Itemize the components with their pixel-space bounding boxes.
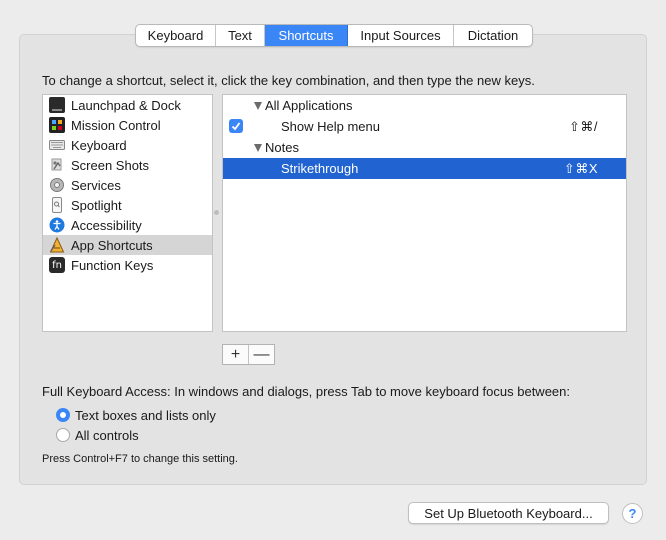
shortcut-group-all-applications[interactable]: All Applications	[223, 95, 626, 116]
tab-bar: Keyboard Text Shortcuts Input Sources Di…	[135, 24, 533, 47]
category-accessibility[interactable]: Accessibility	[43, 215, 212, 235]
category-screen-shots[interactable]: Screen Shots	[43, 155, 212, 175]
remove-shortcut-button[interactable]: —	[249, 345, 274, 364]
shortcut-group-notes[interactable]: Notes	[223, 137, 626, 158]
shortcut-name: Strikethrough	[281, 161, 359, 176]
full-keyboard-access-label: Full Keyboard Access: In windows and dia…	[42, 384, 570, 399]
setup-bluetooth-keyboard-button[interactable]: Set Up Bluetooth Keyboard...	[408, 502, 609, 524]
shortcut-list[interactable]: All Applications Show Help menu ⇧⌘/ Note…	[222, 94, 627, 332]
shortcut-row[interactable]: Strikethrough ⇧⌘X	[223, 158, 626, 179]
splitter-handle[interactable]	[214, 210, 219, 215]
radio-label: Text boxes and lists only	[75, 407, 216, 423]
category-label: Mission Control	[71, 117, 161, 133]
radio-button[interactable]	[56, 408, 70, 422]
tab-text[interactable]: Text	[216, 25, 265, 46]
tab-keyboard[interactable]: Keyboard	[136, 25, 216, 46]
gear-icon	[49, 177, 65, 193]
shortcut-keys[interactable]: ⇧⌘X	[564, 161, 598, 177]
category-label: Spotlight	[71, 197, 122, 213]
shortcut-row[interactable]: Show Help menu ⇧⌘/	[223, 116, 626, 137]
checkmark-icon	[231, 122, 241, 131]
accessibility-icon	[49, 217, 65, 233]
add-remove-control: + —	[222, 344, 275, 365]
disclosure-triangle-icon[interactable]	[254, 102, 262, 110]
radio-all-controls[interactable]: All controls	[56, 426, 139, 444]
category-label: Services	[71, 177, 121, 193]
category-label: Function Keys	[71, 257, 154, 273]
control-f7-note: Press Control+F7 to change this setting.	[42, 453, 238, 465]
instructions-text: To change a shortcut, select it, click t…	[42, 73, 535, 88]
fn-icon: fn	[49, 257, 65, 273]
category-mission-control[interactable]: Mission Control	[43, 115, 212, 135]
category-label: App Shortcuts	[71, 237, 153, 253]
category-label: Launchpad & Dock	[71, 97, 181, 113]
category-spotlight[interactable]: Spotlight	[43, 195, 212, 215]
keyboard-icon	[49, 137, 65, 153]
tab-input-sources[interactable]: Input Sources	[348, 25, 454, 46]
add-shortcut-button[interactable]: +	[223, 345, 249, 364]
group-label: Notes	[265, 140, 299, 155]
category-keyboard[interactable]: Keyboard	[43, 135, 212, 155]
radio-text-boxes-lists[interactable]: Text boxes and lists only	[56, 406, 216, 424]
category-function-keys[interactable]: fn Function Keys	[43, 255, 212, 275]
screenshot-icon	[49, 157, 65, 173]
radio-button[interactable]	[56, 428, 70, 442]
help-button[interactable]: ?	[622, 503, 643, 524]
app-shortcuts-icon	[49, 237, 65, 253]
disclosure-triangle-icon[interactable]	[254, 144, 262, 152]
radio-label: All controls	[75, 427, 139, 443]
launchpad-dock-icon	[49, 97, 65, 113]
mission-control-icon	[49, 117, 65, 133]
category-app-shortcuts[interactable]: App Shortcuts	[43, 235, 212, 255]
shortcut-name: Show Help menu	[281, 119, 380, 134]
category-services[interactable]: Services	[43, 175, 212, 195]
group-label: All Applications	[265, 98, 353, 113]
tab-dictation[interactable]: Dictation	[454, 25, 532, 46]
spotlight-icon	[49, 197, 65, 213]
category-launchpad-dock[interactable]: Launchpad & Dock	[43, 95, 212, 115]
enable-checkbox[interactable]	[229, 119, 243, 133]
shortcut-keys[interactable]: ⇧⌘/	[569, 119, 598, 135]
category-label: Accessibility	[71, 217, 142, 233]
tab-shortcuts[interactable]: Shortcuts	[265, 25, 348, 46]
category-label: Keyboard	[71, 137, 127, 153]
category-list[interactable]: Launchpad & Dock Mission Control Keyboar…	[42, 94, 213, 332]
category-label: Screen Shots	[71, 157, 150, 173]
